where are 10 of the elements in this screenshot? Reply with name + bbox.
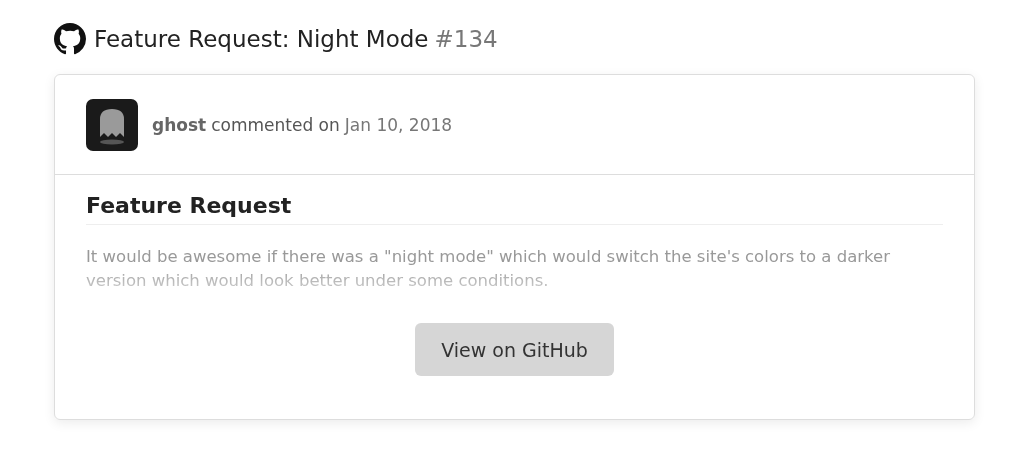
comment-date: Jan 10, 2018 <box>344 114 453 135</box>
author-name[interactable]: ghost <box>152 114 207 135</box>
view-on-github-button[interactable]: View on GitHub <box>415 323 614 376</box>
github-icon <box>54 23 86 55</box>
issue-title: Feature Request: Night Mode <box>94 26 429 52</box>
comment-action: commented on <box>211 114 340 135</box>
section-heading: Feature Request <box>86 193 943 225</box>
comment-text: It would be awesome if there was a "night mode" which would switch the site's colors to a darker version which would look better under some conditions. <box>86 246 891 292</box>
avatar-icon <box>86 98 138 151</box>
issue-number: #134 <box>434 26 498 52</box>
